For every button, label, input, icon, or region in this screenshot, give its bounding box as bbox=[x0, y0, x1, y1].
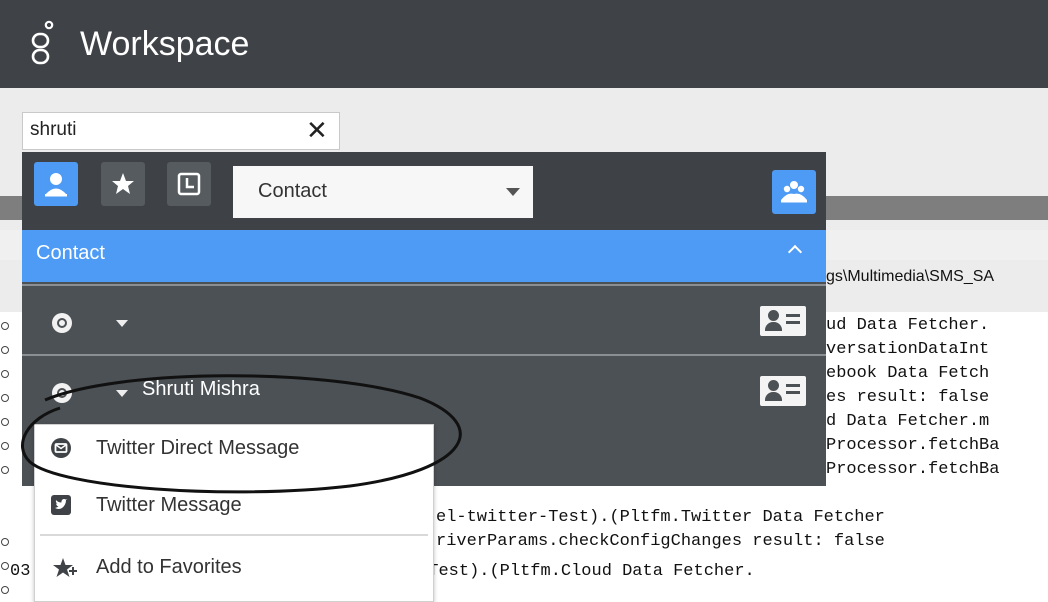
log-line: versationDataInt bbox=[826, 340, 990, 359]
log-line: ebook Data Fetch bbox=[826, 364, 990, 383]
team-directory-button[interactable] bbox=[772, 170, 816, 214]
row-divider bbox=[22, 354, 826, 356]
log-bullet bbox=[1, 538, 9, 546]
log-bullet bbox=[1, 418, 9, 426]
chevron-down-icon bbox=[506, 188, 520, 196]
section-title: Contact bbox=[36, 242, 105, 264]
menu-divider bbox=[40, 534, 428, 536]
log-line: Processor.fetchBa bbox=[826, 460, 1000, 479]
chat-bubble-icon[interactable] bbox=[52, 313, 72, 333]
clear-search-icon[interactable]: ✕ bbox=[306, 116, 328, 144]
contact-name[interactable]: Shruti Mishra bbox=[142, 378, 260, 401]
chat-bubble-icon[interactable] bbox=[52, 383, 72, 403]
app-title: Workspace bbox=[80, 25, 250, 63]
log-bullet bbox=[1, 322, 9, 330]
clock-icon bbox=[177, 172, 201, 196]
log-line: ud Data Fetcher. bbox=[826, 316, 990, 335]
star-icon bbox=[112, 173, 134, 194]
menu-item-twitter-message[interactable]: Twitter Message bbox=[96, 494, 242, 517]
section-header[interactable] bbox=[22, 230, 826, 282]
recent-filter-button[interactable] bbox=[167, 162, 211, 206]
twitter-dm-icon bbox=[51, 438, 71, 458]
menu-item-twitter-direct-message[interactable]: Twitter Direct Message bbox=[96, 437, 299, 460]
star-add-icon bbox=[53, 558, 77, 577]
person-icon bbox=[45, 173, 67, 197]
row-divider bbox=[22, 284, 826, 286]
chevron-down-icon[interactable] bbox=[116, 320, 128, 327]
chevron-down-icon[interactable] bbox=[116, 390, 128, 397]
log-path: gs\Multimedia\SMS_SA bbox=[826, 268, 995, 285]
log-line: riverParams.checkConfigChanges result: f… bbox=[436, 532, 885, 551]
contact-card-icon[interactable] bbox=[760, 376, 806, 406]
log-bullet bbox=[1, 346, 9, 354]
contact-filter-button[interactable] bbox=[34, 162, 78, 206]
log-line: Processor.fetchBa bbox=[826, 436, 1000, 455]
log-bullet bbox=[1, 562, 9, 570]
type-select-value: Contact bbox=[258, 180, 327, 202]
log-bullet bbox=[1, 466, 9, 474]
favorites-filter-button[interactable] bbox=[101, 162, 145, 206]
log-line: el-twitter-Test).(Pltfm.Twitter Data Fet… bbox=[436, 508, 885, 527]
menu-item-add-to-favorites[interactable]: Add to Favorites bbox=[96, 556, 242, 579]
twitter-icon bbox=[51, 495, 71, 515]
log-bullet bbox=[1, 370, 9, 378]
log-bullet bbox=[1, 586, 9, 594]
contact-card-icon[interactable] bbox=[760, 306, 806, 336]
search-value: shruti bbox=[30, 119, 77, 140]
log-bullet bbox=[1, 394, 9, 402]
log-line: d Data Fetcher.m bbox=[826, 412, 990, 431]
workspace-logo-icon bbox=[31, 20, 54, 65]
log-line: es result: false bbox=[826, 388, 990, 407]
log-bullet bbox=[1, 442, 9, 450]
group-icon bbox=[781, 181, 807, 203]
